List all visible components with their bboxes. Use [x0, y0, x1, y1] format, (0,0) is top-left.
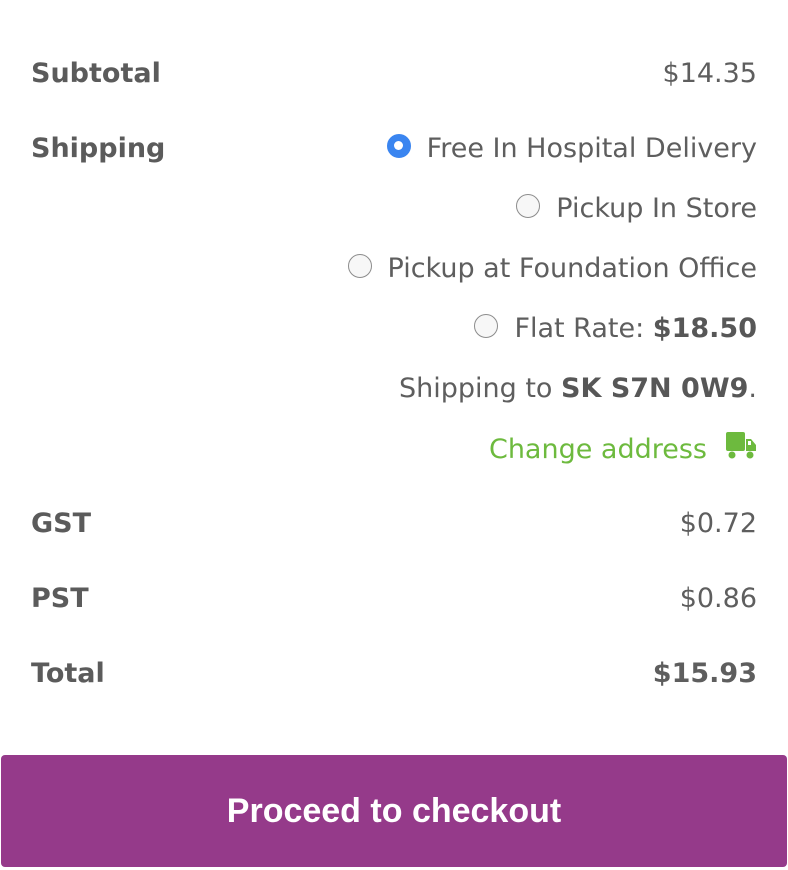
shipping-destination-suffix: .: [748, 373, 757, 404]
total-label: Total: [31, 658, 105, 689]
cart-totals: Subtotal $14.35 Shipping Free In Hospita…: [0, 0, 788, 870]
gst-label: GST: [31, 508, 92, 539]
shipping-option-label: Pickup In Store: [556, 193, 757, 224]
shipping-option-pickup-store[interactable]: Pickup In Store: [516, 193, 757, 224]
subtotal-value: $14.35: [662, 58, 757, 89]
shipping-option-price: $18.50: [652, 313, 757, 344]
shipping-option-label: Free In Hospital Delivery: [426, 133, 757, 164]
shipping-destination-prefix: Shipping to: [398, 373, 553, 404]
shipping-option-free-hospital[interactable]: Free In Hospital Delivery: [386, 133, 757, 164]
shipping-label: Shipping: [31, 133, 166, 164]
radio-unselected[interactable]: [474, 313, 499, 338]
radio-selected[interactable]: [386, 133, 411, 158]
shipping-option-label: Flat Rate:: [514, 313, 645, 344]
subtotal-label: Subtotal: [31, 58, 161, 89]
pst-value: $0.86: [679, 583, 757, 614]
change-address-label: Change address: [488, 433, 707, 465]
pst-label: PST: [31, 583, 89, 614]
proceed-to-checkout-button[interactable]: Proceed to checkout: [1, 755, 787, 867]
gst-value: $0.72: [679, 508, 757, 539]
shipping-destination: Shipping to SK S7N 0W9.: [399, 373, 757, 404]
truck-icon: [726, 432, 756, 459]
shipping-option-flat-rate[interactable]: Flat Rate: $18.50: [474, 313, 757, 344]
shipping-option-label: Pickup at Foundation Office: [387, 253, 758, 284]
radio-unselected[interactable]: [516, 193, 541, 218]
change-address-link[interactable]: Change address: [488, 432, 757, 465]
shipping-destination-postal: SK S7N 0W9: [561, 373, 749, 404]
total-value: $15.93: [652, 658, 757, 689]
shipping-option-pickup-foundation[interactable]: Pickup at Foundation Office: [347, 253, 758, 284]
radio-unselected[interactable]: [347, 253, 372, 278]
